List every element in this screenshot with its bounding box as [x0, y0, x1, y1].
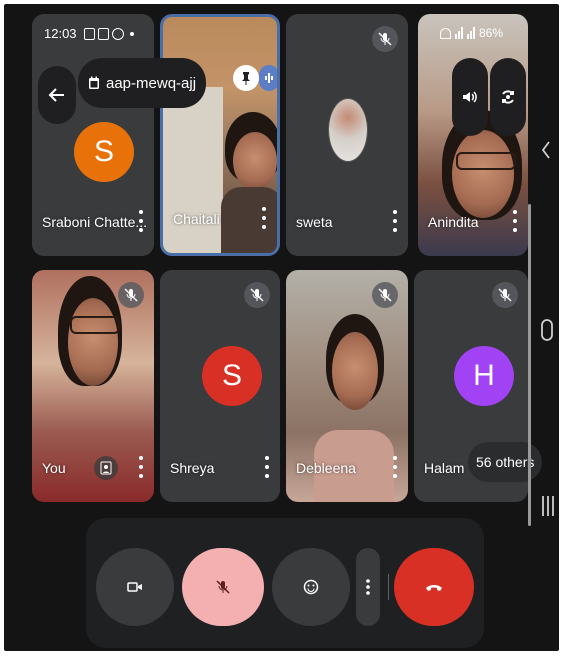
- muted-indicator: [244, 282, 270, 308]
- participant-tile-debleena[interactable]: Debleena: [286, 270, 408, 502]
- portrait-icon: [100, 461, 112, 475]
- signal-icon: [467, 27, 475, 39]
- call-controls-bar: [86, 518, 484, 648]
- meet-call-screen: S Sraboni Chatte... Chaitali sweta Anind…: [4, 4, 559, 651]
- divider: [388, 574, 389, 600]
- participant-name: Shreya: [170, 460, 215, 476]
- meeting-code: aap-mewq-ajj: [106, 74, 197, 92]
- participant-face: [233, 132, 277, 190]
- muted-indicator: [372, 26, 398, 52]
- muted-indicator: [372, 282, 398, 308]
- glasses-shape: [70, 316, 120, 334]
- participant-tile-you[interactable]: You: [32, 270, 154, 502]
- muted-indicator: [118, 282, 144, 308]
- participant-name: You: [42, 460, 66, 476]
- status-system-icons: 86%: [440, 26, 503, 40]
- home-icon: [541, 319, 553, 341]
- arrow-back-icon: [48, 88, 64, 102]
- pin-icon: [242, 72, 250, 85]
- emoji-icon: [303, 579, 319, 595]
- muted-indicator: [492, 282, 518, 308]
- mic-off-icon: [378, 32, 392, 46]
- audio-level-icon: [265, 73, 273, 83]
- participant-avatar-halam: H: [454, 346, 514, 406]
- nav-back-button[interactable]: [541, 140, 551, 165]
- more-options-icon[interactable]: [390, 456, 400, 478]
- more-vert-icon: [366, 579, 370, 595]
- participant-face: [68, 298, 118, 386]
- speaker-icon: [463, 91, 477, 103]
- mic-off-icon: [216, 580, 230, 594]
- participant-photo-avatar: [328, 98, 368, 162]
- more-options-icon[interactable]: [136, 210, 146, 232]
- participant-tile-sweta[interactable]: sweta: [286, 14, 408, 256]
- status-time: 12:03: [44, 26, 77, 41]
- nav-recents-button[interactable]: [541, 494, 555, 523]
- notification-icon: [84, 28, 95, 40]
- mic-off-icon: [124, 288, 138, 302]
- hangup-button[interactable]: [394, 548, 474, 626]
- notification-icon: [98, 28, 109, 40]
- participant-name: Chaitali: [173, 211, 220, 227]
- switch-camera-button[interactable]: [490, 58, 526, 136]
- switch-camera-icon: [502, 90, 514, 104]
- mic-off-icon: [498, 288, 512, 302]
- camera-toggle-button[interactable]: [96, 548, 174, 626]
- speaking-indicator: [259, 65, 277, 91]
- scrollbar[interactable]: [528, 204, 531, 526]
- calendar-icon: [89, 76, 99, 89]
- body-shape: [221, 187, 277, 253]
- participant-tile-chaitali[interactable]: Chaitali: [160, 14, 280, 256]
- mic-off-icon: [378, 288, 392, 302]
- nav-home-button[interactable]: [540, 318, 554, 347]
- participant-face: [452, 130, 514, 218]
- audio-output-button[interactable]: [452, 58, 488, 136]
- more-options-icon[interactable]: [390, 210, 400, 232]
- others-count-label: 56 others: [476, 454, 535, 470]
- participant-name: Sraboni Chatte...: [42, 214, 148, 230]
- participant-name: Halam: [424, 460, 465, 476]
- participant-name: sweta: [296, 214, 333, 230]
- meeting-info-button[interactable]: aap-mewq-ajj: [78, 58, 207, 108]
- self-view-button[interactable]: [94, 456, 118, 480]
- more-options-button[interactable]: [356, 548, 380, 626]
- more-options-icon[interactable]: [259, 207, 269, 229]
- more-options-icon[interactable]: [510, 210, 520, 232]
- more-options-icon[interactable]: [262, 456, 272, 478]
- hangup-icon: [426, 585, 442, 591]
- reactions-button[interactable]: [272, 548, 350, 626]
- pin-button[interactable]: [233, 65, 259, 91]
- more-options-icon[interactable]: [136, 456, 146, 478]
- glasses-shape: [456, 152, 516, 170]
- recents-icon: [542, 496, 554, 516]
- status-notification-icons: [84, 28, 134, 40]
- participant-name: Anindita: [428, 214, 479, 230]
- camera-off-icon: [127, 582, 142, 592]
- mic-toggle-button[interactable]: [182, 548, 264, 626]
- participant-name: Debleena: [296, 460, 356, 476]
- others-count-button[interactable]: 56 others: [468, 442, 543, 482]
- participant-tile-sraboni[interactable]: S Sraboni Chatte...: [32, 14, 154, 256]
- participant-tile-shreya[interactable]: S Shreya: [160, 270, 280, 502]
- wall-background: [163, 87, 223, 253]
- mic-off-icon: [250, 288, 264, 302]
- chevron-left-icon: [541, 141, 550, 159]
- participant-face: [332, 332, 378, 410]
- battery-level: 86%: [479, 26, 504, 40]
- participant-avatar-shreya: S: [202, 346, 262, 406]
- back-button[interactable]: [38, 66, 76, 124]
- notification-dot: [130, 32, 134, 36]
- participant-avatar-sraboni: S: [74, 122, 134, 182]
- signal-icon: [455, 27, 463, 39]
- wifi-icon: [440, 27, 451, 39]
- notification-icon: [112, 28, 124, 40]
